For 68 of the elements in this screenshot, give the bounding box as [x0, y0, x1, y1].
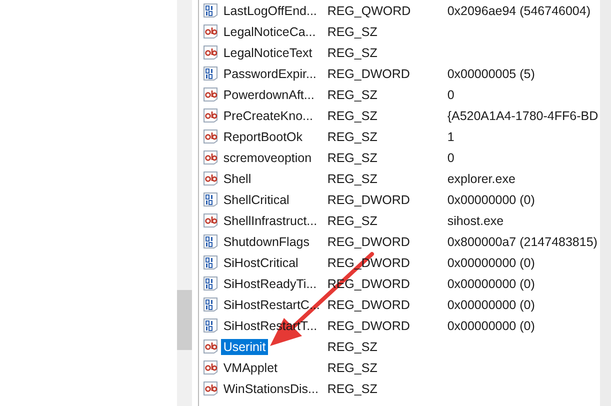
value-name[interactable]: ShellCritical — [221, 192, 292, 208]
value-data: explorer.exe — [446, 170, 516, 186]
value-name[interactable]: scremoveoption — [221, 150, 314, 166]
value-type: REG_SZ — [326, 128, 378, 144]
string-value-icon — [203, 381, 218, 396]
value-data: 0 — [446, 150, 456, 166]
value-name[interactable]: WinStationsDis... — [221, 380, 320, 396]
value-data: 0x00000005 (5) — [446, 66, 536, 82]
string-value-icon — [203, 171, 218, 186]
value-data: 0x00000000 (0) — [446, 318, 536, 334]
value-type: REG_SZ — [326, 212, 378, 228]
value-name[interactable]: Userinit — [221, 338, 268, 354]
value-type: REG_SZ — [326, 338, 378, 354]
value-name[interactable]: PowerdownAft... — [221, 86, 316, 102]
value-data: 1 — [446, 128, 456, 144]
string-value-icon — [203, 24, 218, 39]
value-type: REG_DWORD — [326, 192, 411, 208]
binary-value-icon — [203, 66, 218, 81]
value-name[interactable]: ShutdownFlags — [221, 234, 312, 250]
value-type: REG_SZ — [326, 108, 378, 124]
binary-value-icon — [203, 234, 218, 249]
string-value-icon — [203, 45, 218, 60]
value-data: 0x00000000 (0) — [446, 296, 536, 312]
value-data: {A520A1A4-1780-4FF6-BD — [446, 108, 600, 124]
value-type: REG_SZ — [326, 170, 378, 186]
string-value-icon — [203, 150, 218, 165]
string-value-icon — [203, 108, 218, 123]
value-type: REG_SZ — [326, 44, 378, 60]
value-type: REG_DWORD — [326, 234, 411, 250]
value-type: REG_SZ — [326, 380, 378, 396]
value-type: REG_SZ — [326, 150, 378, 166]
value-data: 0 — [446, 86, 456, 102]
binary-value-icon — [203, 255, 218, 270]
value-name[interactable]: ShellInfrastruct... — [221, 212, 320, 228]
value-type: REG_DWORD — [326, 296, 411, 312]
value-data: 0x800000a7 (2147483815) — [446, 234, 598, 250]
value-name[interactable]: Shell — [221, 170, 254, 186]
value-name[interactable]: PasswordExpir... — [221, 66, 318, 82]
string-value-icon — [203, 339, 218, 354]
value-name[interactable]: VMApplet — [221, 360, 280, 376]
binary-value-icon — [203, 3, 218, 18]
value-type: REG_SZ — [326, 86, 378, 102]
string-value-icon — [203, 360, 218, 375]
value-name[interactable]: LastLogOffEnd... — [221, 2, 319, 18]
binary-value-icon — [203, 192, 218, 207]
value-type: REG_SZ — [326, 360, 378, 376]
value-data: 0x00000000 (0) — [446, 254, 536, 270]
value-name[interactable]: PreCreateKno... — [221, 108, 315, 124]
value-name[interactable]: LegalNoticeText — [221, 44, 314, 60]
binary-value-icon — [203, 318, 218, 333]
scrollbar[interactable] — [176, 0, 192, 406]
binary-value-icon — [203, 276, 218, 291]
value-name[interactable]: SiHostReadyTi... — [221, 276, 319, 292]
string-value-icon — [203, 129, 218, 144]
value-name[interactable]: ReportBootOk — [221, 128, 305, 144]
value-name[interactable]: SiHostCritical — [221, 254, 300, 270]
string-value-icon — [203, 213, 218, 228]
value-data: 0x00000000 (0) — [446, 276, 536, 292]
string-value-icon — [203, 87, 218, 102]
value-data: sihost.exe — [446, 212, 505, 228]
value-type: REG_DWORD — [326, 66, 411, 82]
value-name[interactable]: LegalNoticeCa... — [221, 24, 318, 40]
value-type: REG_SZ — [326, 24, 378, 40]
value-data: 0x2096ae94 (546746004) — [446, 2, 592, 18]
value-data: 0x00000000 (0) — [446, 192, 536, 208]
binary-value-icon — [203, 297, 218, 312]
value-type: REG_QWORD — [326, 2, 412, 18]
value-type: REG_DWORD — [326, 318, 411, 334]
